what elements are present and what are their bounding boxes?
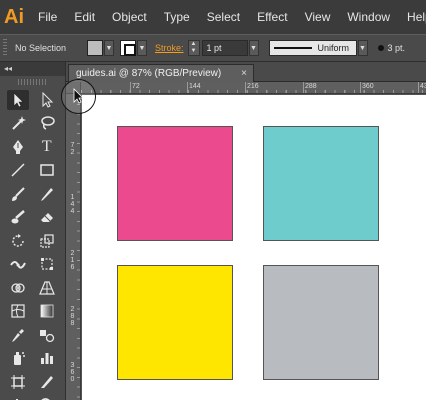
brush-size-label: 3 pt.	[387, 43, 406, 53]
ruler-label: 2 8 8	[70, 306, 75, 327]
eyedropper-icon[interactable]	[7, 325, 29, 345]
width-tool-icon[interactable]	[7, 254, 29, 274]
menu-view[interactable]: View	[305, 10, 331, 24]
pencil-icon[interactable]	[36, 184, 58, 204]
blob-brush-icon[interactable]	[7, 207, 29, 227]
ruler-label: 288	[305, 83, 317, 90]
column-graph-icon[interactable]	[36, 348, 58, 368]
ruler-label: 43	[420, 83, 426, 90]
profile-dropdown-icon[interactable]: ▼	[357, 40, 368, 56]
ruler-label: 144	[189, 83, 201, 90]
zoom-tool-icon[interactable]	[36, 395, 58, 400]
symbol-sprayer-icon[interactable]	[7, 348, 29, 368]
ruler-label: 2 1 6	[70, 250, 75, 271]
type-tool-icon[interactable]: T	[36, 137, 58, 157]
ruler-major-tick	[418, 82, 419, 93]
menu-file[interactable]: File	[38, 10, 57, 24]
stroke-weight-stepper-icon[interactable]: ▲ ▼	[187, 40, 200, 56]
slice-tool-icon[interactable]	[36, 372, 58, 392]
magenta-square[interactable]	[117, 126, 233, 241]
fill-swatch[interactable]	[87, 40, 103, 56]
artboard[interactable]	[82, 95, 426, 400]
gray-square[interactable]	[263, 265, 379, 380]
line-segment-icon[interactable]	[7, 160, 29, 180]
ruler-label: 3 6 0	[70, 362, 75, 383]
rectangle-tool-icon[interactable]	[36, 160, 58, 180]
menu-bar: Ai File Edit Object Type Select Effect V…	[0, 0, 426, 34]
app-logo: Ai	[4, 5, 24, 28]
menu-window[interactable]: Window	[347, 10, 390, 24]
stroke-weight-dropdown-icon[interactable]: ▼	[248, 40, 259, 56]
profile-line-icon	[273, 47, 312, 49]
horizontal-ruler[interactable]: 72 144 216 288 360 43	[81, 82, 426, 94]
stroke-panel-link[interactable]: Stroke:	[155, 43, 184, 53]
brush-definition-icon[interactable]	[377, 45, 384, 51]
mouse-pointer-icon	[73, 88, 84, 104]
variable-width-profile[interactable]: Uniform	[268, 40, 357, 56]
tools-panel: ◂◂ T	[0, 62, 66, 400]
menu-select[interactable]: Select	[207, 10, 240, 24]
menu-edit[interactable]: Edit	[74, 10, 95, 24]
vertical-ruler[interactable]: 7 2 1 4 4 2 1 6 2 8 8 3 6 0	[66, 94, 81, 400]
fill-dropdown-icon[interactable]: ▼	[104, 40, 114, 56]
control-bar: No Selection ▼ ▼ Stroke: ▲ ▼ 1 pt ▼ Unifo…	[0, 34, 426, 62]
ruler-label: 360	[362, 83, 374, 90]
free-transform-icon[interactable]	[36, 254, 58, 274]
stroke-dropdown-icon[interactable]: ▼	[137, 40, 147, 56]
ruler-label: 7 2	[70, 142, 75, 156]
ruler-major-tick	[187, 82, 188, 93]
artboard-tool-icon[interactable]	[7, 372, 29, 392]
stroke-weight-field[interactable]: 1 pt	[201, 40, 248, 56]
scale-tool-icon[interactable]	[36, 231, 58, 251]
ruler-major-tick	[303, 82, 304, 93]
yellow-square[interactable]	[117, 265, 233, 380]
shape-builder-icon[interactable]	[7, 278, 29, 298]
ruler-major-tick	[245, 82, 246, 93]
ruler-major-tick	[360, 82, 361, 93]
gradient-tool-icon[interactable]	[36, 301, 58, 321]
ruler-label: 72	[132, 83, 140, 90]
ruler-label: 1 4 4	[70, 194, 75, 215]
tools-collapse-button[interactable]: ◂◂	[0, 62, 65, 76]
perspective-grid-icon[interactable]	[36, 278, 58, 298]
pen-tool-icon[interactable]	[7, 137, 29, 157]
menu-help[interactable]: Help	[407, 10, 426, 24]
stroke-swatch[interactable]	[120, 40, 136, 56]
paintbrush-icon[interactable]	[7, 184, 29, 204]
document-tab[interactable]: guides.ai @ 87% (RGB/Preview) ×	[68, 64, 254, 82]
tools-panel-grip[interactable]	[18, 79, 47, 85]
ruler-label: 216	[247, 83, 259, 90]
mesh-tool-icon[interactable]	[7, 301, 29, 321]
selection-tool-icon[interactable]	[7, 89, 30, 110]
menu-effect[interactable]: Effect	[257, 10, 287, 24]
document-tab-title: guides.ai @ 87% (RGB/Preview)	[76, 68, 222, 79]
profile-label: Uniform	[317, 43, 350, 53]
selection-status: No Selection	[15, 43, 67, 53]
menu-object[interactable]: Object	[112, 10, 147, 24]
cyan-square[interactable]	[263, 126, 379, 241]
ruler-major-tick	[130, 82, 131, 93]
magic-wand-icon[interactable]	[7, 113, 29, 133]
lasso-icon[interactable]	[36, 113, 58, 133]
blend-tool-icon[interactable]	[36, 325, 58, 345]
direct-selection-tool-icon[interactable]	[36, 90, 58, 110]
close-icon[interactable]: ×	[241, 68, 247, 79]
menu-type[interactable]: Type	[164, 10, 190, 24]
document-tab-bar: guides.ai @ 87% (RGB/Preview) ×	[66, 62, 426, 82]
control-bar-grip[interactable]	[3, 39, 7, 57]
hand-tool-icon[interactable]	[7, 395, 29, 400]
eraser-icon[interactable]	[36, 207, 58, 227]
rotate-tool-icon[interactable]	[7, 231, 29, 251]
